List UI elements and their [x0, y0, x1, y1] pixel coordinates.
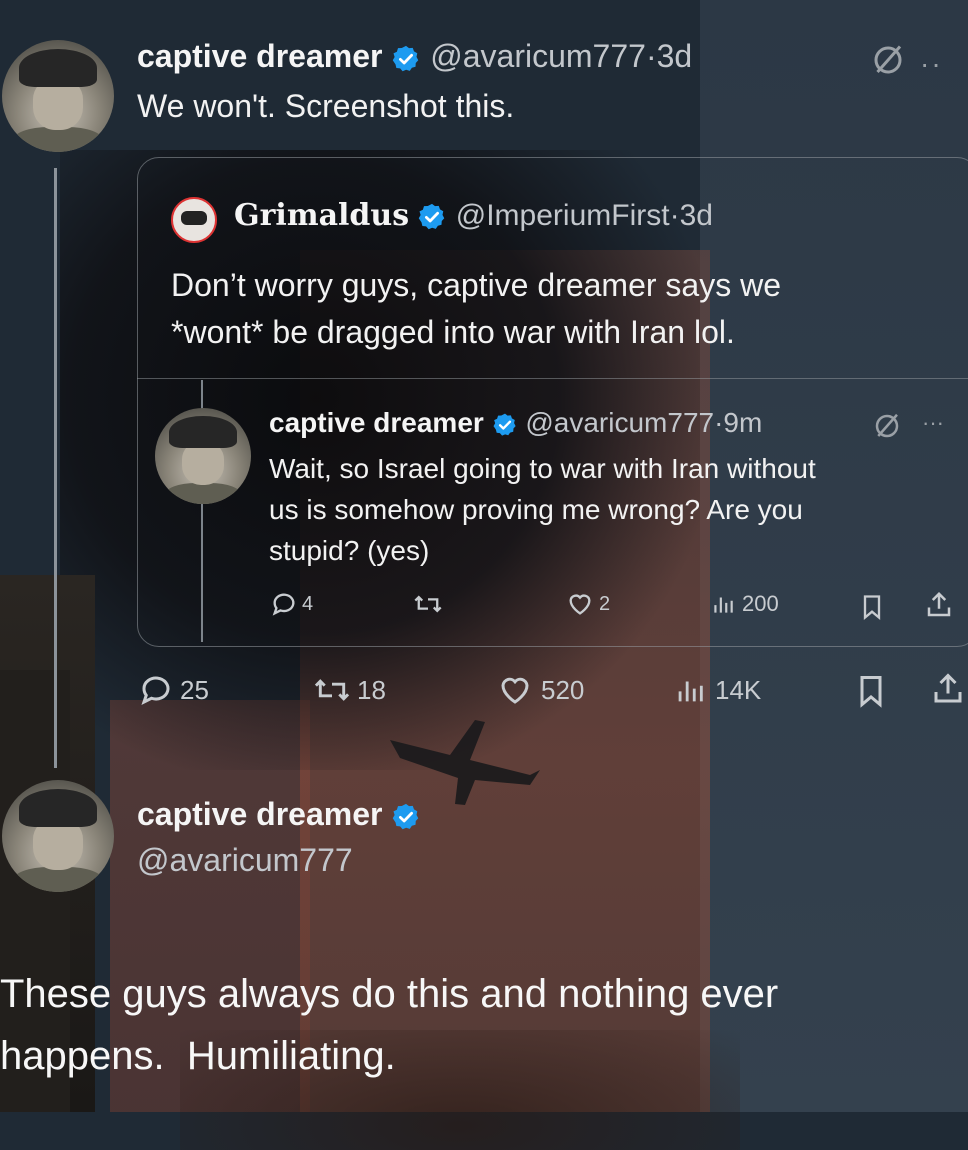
reply-timestamp[interactable]: 9m	[723, 407, 762, 438]
verified-badge-icon	[419, 203, 445, 230]
retweet-icon	[314, 679, 350, 701]
quoted-timestamp[interactable]: 3d	[680, 199, 713, 232]
grok-icon[interactable]	[872, 411, 902, 441]
more-options-icon[interactable]: ···	[922, 410, 944, 436]
reply-button[interactable]: 4	[270, 590, 313, 618]
profile-avatar[interactable]	[2, 780, 114, 892]
reply-avatar[interactable]	[155, 408, 251, 504]
quoted-text-line: *wont* be dragged into war with Iran lol…	[171, 314, 735, 350]
comment-icon	[272, 593, 295, 616]
verified-badge-icon	[393, 803, 419, 829]
thread-line	[54, 168, 57, 768]
separator-dot: ·	[669, 199, 680, 232]
caption-line: These guys always do this and nothing ev…	[0, 972, 779, 1016]
author-name[interactable]: captive dreamer	[137, 38, 382, 74]
more-options-icon[interactable]: ··	[920, 48, 943, 80]
tweet-header: captive dreamer @avaricum777·3d	[137, 38, 692, 75]
verified-badge-icon	[393, 45, 419, 71]
like-button[interactable]: 2	[565, 590, 610, 618]
heart-icon	[501, 677, 529, 704]
profile-handle[interactable]: @avaricum777	[137, 842, 353, 879]
quoted-author-handle[interactable]: @ImperiumFirst	[456, 199, 670, 232]
reply-text-line: Wait, so Israel going to war with Iran w…	[269, 453, 816, 484]
tweet-text: We won't. Screenshot this.	[137, 88, 515, 124]
views-icon	[714, 597, 733, 613]
bookmark-icon[interactable]	[858, 592, 886, 622]
airplane-silhouette	[390, 720, 540, 805]
quoted-header: Grimaldus @ImperiumFirst·3d	[234, 198, 713, 233]
views-icon	[678, 681, 703, 702]
views-button[interactable]: 200	[710, 590, 779, 618]
reply-count: 25	[180, 674, 209, 705]
separator-dot: ·	[645, 38, 657, 74]
retweet-count: 18	[357, 674, 386, 705]
caption-line: happens. Humiliating.	[0, 1034, 396, 1078]
quoted-author-name[interactable]: Grimaldus	[234, 198, 409, 233]
reply-button[interactable]: 25	[138, 672, 209, 708]
reply-text-line: us is somehow proving me wrong? Are you	[269, 494, 803, 525]
profile-header: captive dreamer	[137, 796, 421, 833]
reply-author-handle[interactable]: @avaricum777	[525, 407, 714, 438]
bookmark-icon[interactable]	[853, 672, 889, 710]
like-button[interactable]: 520	[495, 672, 584, 708]
avatar[interactable]	[2, 40, 114, 152]
views-count: 14K	[715, 674, 762, 705]
heart-icon	[569, 594, 591, 615]
views-count: 200	[742, 591, 779, 616]
reply-count: 4	[302, 592, 314, 615]
quoted-text-line: Don’t worry guys, captive dreamer says w…	[171, 267, 781, 303]
divider	[137, 378, 968, 379]
author-handle[interactable]: @avaricum777	[430, 38, 646, 74]
comment-icon	[141, 676, 170, 705]
verified-badge-icon	[493, 413, 516, 436]
grok-icon[interactable]	[870, 42, 906, 78]
timestamp[interactable]: 3d	[657, 38, 693, 74]
retweet-button[interactable]	[413, 590, 447, 618]
like-count: 520	[541, 674, 585, 705]
quoted-tweet-text: Don’t worry guys, captive dreamer says w…	[171, 262, 781, 356]
profile-name[interactable]: captive dreamer	[137, 796, 382, 832]
reply-author-name[interactable]: captive dreamer	[269, 407, 484, 438]
quoted-avatar[interactable]	[171, 197, 217, 243]
caption-text: These guys always do this and nothing ev…	[0, 963, 778, 1087]
share-icon[interactable]	[930, 670, 966, 708]
reply-text: Wait, so Israel going to war with Iran w…	[269, 448, 816, 571]
reply-header: captive dreamer @avaricum777·9m	[269, 407, 762, 439]
retweet-button[interactable]: 18	[313, 672, 386, 708]
like-count: 2	[599, 592, 611, 615]
retweet-icon	[414, 595, 442, 613]
views-button[interactable]: 14K	[673, 672, 761, 708]
share-icon[interactable]	[924, 590, 954, 620]
reply-text-line: stupid? (yes)	[269, 535, 430, 566]
